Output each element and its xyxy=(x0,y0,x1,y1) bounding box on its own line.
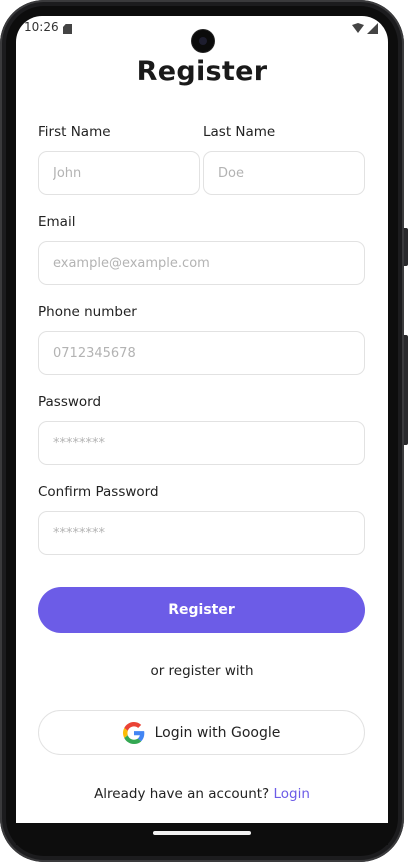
first-name-input[interactable] xyxy=(38,151,200,195)
phone-label: Phone number xyxy=(38,304,137,320)
device: 10:26 Register First Name Last Name Emai… xyxy=(0,0,408,864)
first-name-label: First Name xyxy=(38,124,111,140)
last-name-input[interactable] xyxy=(203,151,365,195)
register-button[interactable]: Register xyxy=(38,587,365,633)
google-login-button[interactable]: Login with Google xyxy=(38,710,365,755)
wifi-icon xyxy=(352,23,364,33)
front-camera xyxy=(192,30,214,52)
email-label: Email xyxy=(38,214,76,230)
phone-input[interactable] xyxy=(38,331,365,375)
login-link[interactable]: Login xyxy=(274,786,310,802)
password-label: Password xyxy=(38,394,102,410)
password-input[interactable] xyxy=(38,421,365,465)
signal-icon xyxy=(367,23,378,34)
status-time: 10:26 xyxy=(24,20,59,34)
confirm-password-input[interactable] xyxy=(38,511,365,555)
login-prompt: Already have an account? Login xyxy=(16,786,388,802)
email-input[interactable] xyxy=(38,241,365,285)
login-prompt-text: Already have an account? xyxy=(94,786,270,802)
last-name-label: Last Name xyxy=(203,124,276,140)
volume-button xyxy=(404,228,408,266)
or-register-with-text: or register with xyxy=(150,663,254,679)
sd-card-icon xyxy=(63,24,72,34)
screen: 10:26 Register First Name Last Name Emai… xyxy=(16,16,388,823)
google-icon xyxy=(122,721,144,744)
page-title: Register xyxy=(136,56,268,87)
power-button xyxy=(404,335,408,445)
home-indicator[interactable] xyxy=(153,831,251,835)
google-login-label: Login with Google xyxy=(154,724,281,741)
confirm-password-label: Confirm Password xyxy=(38,484,159,500)
